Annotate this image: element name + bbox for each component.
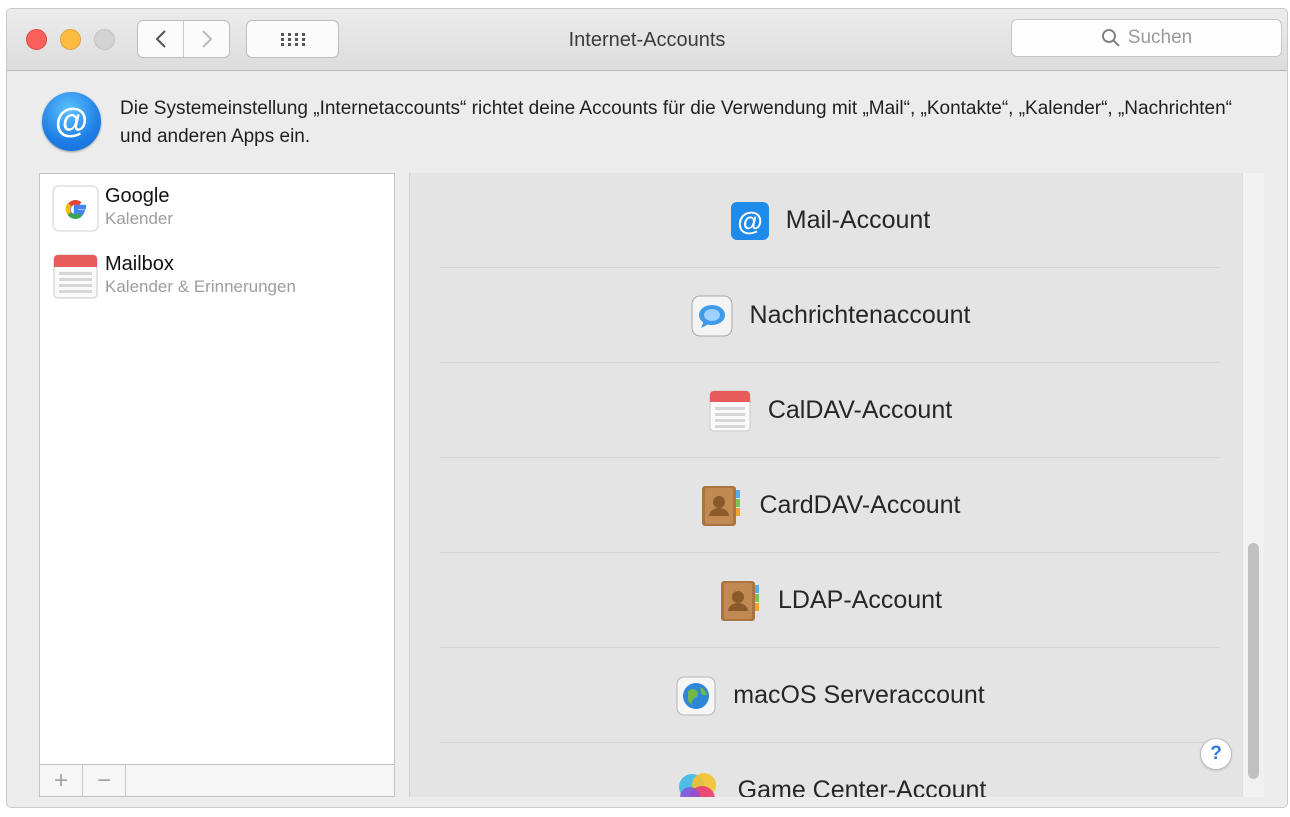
search-field[interactable]: Suchen (1011, 19, 1282, 57)
globe-icon (676, 676, 716, 715)
contacts-book-icon (702, 485, 741, 526)
preferences-window: Internet-Accounts Suchen @ Die Systemein… (6, 8, 1288, 808)
search-placeholder: Suchen (1127, 27, 1193, 48)
title-bar: Internet-Accounts Suchen (7, 9, 1287, 71)
pane-description: Die Systemeinstellung „Internetaccounts“… (120, 98, 1233, 147)
account-item-google[interactable]: Google Kalender (52, 184, 173, 244)
account-type-list: @ Mail-Account Nachrichtenaccount CalDAV… (409, 173, 1264, 797)
add-account-button[interactable]: + (40, 765, 83, 796)
search-icon (1101, 29, 1120, 47)
provider-game-center-account[interactable]: Game Center-Account (440, 743, 1220, 797)
calendar-icon (53, 254, 98, 299)
account-list-toolbar: + − (39, 764, 395, 797)
provider-label: Nachrichtenaccount (749, 301, 971, 329)
account-detail: Kalender & Erinnerungen (105, 277, 296, 296)
provider-label: CardDAV-Account (759, 491, 961, 519)
provider-label: Game Center-Account (737, 776, 987, 797)
account-item-mailbox[interactable]: Mailbox Kalender & Erinnerungen (52, 252, 296, 312)
provider-messages-account[interactable]: Nachrichtenaccount (440, 268, 1220, 363)
google-icon (52, 185, 99, 232)
mail-at-icon: @ (730, 201, 769, 240)
account-name: Google (105, 185, 170, 207)
scrollbar-thumb[interactable] (1248, 543, 1259, 779)
provider-caldav-account[interactable]: CalDAV-Account (440, 363, 1220, 458)
provider-macos-server-account[interactable]: macOS Serveraccount (440, 648, 1220, 743)
internet-accounts-icon: @ (42, 92, 101, 151)
game-center-icon (678, 772, 716, 797)
provider-label: LDAP-Account (778, 586, 942, 614)
contacts-book-icon (721, 580, 760, 621)
provider-label: Mail-Account (785, 206, 931, 234)
account-detail: Kalender (105, 209, 174, 228)
messages-icon (691, 295, 733, 336)
provider-mail-account[interactable]: @ Mail-Account (440, 173, 1220, 268)
provider-label: CalDAV-Account (767, 396, 953, 424)
calendar-icon (709, 390, 751, 431)
remove-account-button[interactable]: − (83, 765, 126, 796)
provider-carddav-account[interactable]: CardDAV-Account (440, 458, 1220, 553)
svg-text:@: @ (737, 206, 762, 236)
help-button[interactable]: ? (1200, 738, 1232, 770)
provider-label: macOS Serveraccount (733, 681, 985, 709)
scrollbar[interactable] (1242, 173, 1264, 797)
account-name: Mailbox (105, 253, 174, 275)
account-list: Google Kalender Mailbox Kalender & Erinn… (39, 173, 395, 765)
provider-ldap-account[interactable]: LDAP-Account (440, 553, 1220, 648)
